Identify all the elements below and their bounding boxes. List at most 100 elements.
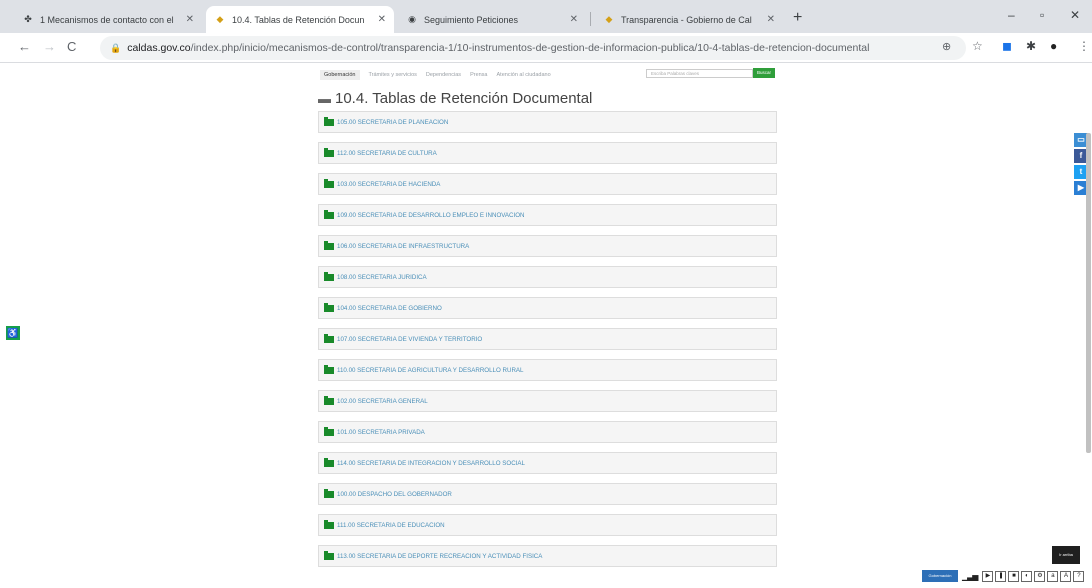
minimize-button[interactable]: – xyxy=(1008,8,1015,22)
browser-menu-icon[interactable]: ⋮ xyxy=(1078,39,1090,53)
folder-label: 110.00 SECRETARIA DE AGRICULTURA Y DESAR… xyxy=(337,366,524,374)
folder-label: 104.00 SECRETARIA DE GOBIERNO xyxy=(337,304,442,312)
back-to-top-button[interactable]: Ir arriba xyxy=(1052,546,1080,564)
folder-icon xyxy=(324,178,334,188)
address-bar[interactable]: 🔒 caldas.gov.co/index.php/inicio/mecanis… xyxy=(100,36,966,60)
tab-title: Transparencia - Gobierno de Cal xyxy=(621,14,752,25)
tab-mecanismos[interactable]: ✤ 1 Mecanismos de contacto con el ✕ xyxy=(14,6,202,33)
bookmark-star-icon[interactable]: ☆ xyxy=(972,39,983,53)
site-search-button[interactable]: Buscar xyxy=(753,68,775,78)
folder-icon xyxy=(324,457,334,467)
zoom-icon[interactable]: ⊕ xyxy=(942,40,951,53)
font-larger-icon[interactable]: A xyxy=(1060,570,1072,582)
tab-transparencia[interactable]: ◆ Transparencia - Gobierno de Cal ✕ xyxy=(595,6,783,33)
new-tab-button[interactable]: + xyxy=(793,9,802,27)
tab-seguimiento[interactable]: ◉ Seguimiento Peticiones ✕ xyxy=(398,6,586,33)
folder-icon xyxy=(324,550,334,560)
folder-item-integracion[interactable]: 114.00 SECRETARIA DE INTEGRACION Y DESAR… xyxy=(318,452,777,474)
back-button[interactable]: ← xyxy=(18,39,31,54)
folder-icon xyxy=(324,209,334,219)
folder-label: 106.00 SECRETARIA DE INFRAESTRUCTURA xyxy=(337,242,470,250)
lock-icon: 🔒 xyxy=(110,42,122,53)
globe-icon: ◉ xyxy=(408,14,416,24)
folder-item-agricultura[interactable]: 110.00 SECRETARIA DE AGRICULTURA Y DESAR… xyxy=(318,359,777,381)
folder-label: 105.00 SECRETARIA DE PLANEACION xyxy=(337,118,449,126)
folder-label: 100.00 DESPACHO DEL GOBERNADOR xyxy=(337,490,452,498)
extension-icon[interactable]: ◼ xyxy=(1002,39,1012,53)
folder-item-educacion[interactable]: 111.00 SECRETARIA DE EDUCACION xyxy=(318,514,777,536)
tab-tablas-retencion[interactable]: ◆ 10.4. Tablas de Retención Docun ✕ xyxy=(206,6,394,33)
folder-item-juridica[interactable]: 108.00 SECRETARIA JURIDICA xyxy=(318,266,777,288)
folder-label: 101.00 SECRETARIA PRIVADA xyxy=(337,428,425,436)
folder-label: 108.00 SECRETARIA JURIDICA xyxy=(337,273,427,281)
caldas-shield-favicon: ◆ xyxy=(216,14,224,24)
folder-item-deporte[interactable]: 113.00 SECRETARIA DE DEPORTE RECREACION … xyxy=(318,545,777,567)
browser-toolbar: ← → C 🔒 caldas.gov.co/index.php/inicio/m… xyxy=(0,33,1092,63)
help-icon[interactable]: ? xyxy=(1073,570,1085,582)
folder-label: 102.00 SECRETARIA GENERAL xyxy=(337,397,428,405)
forward-button[interactable]: → xyxy=(43,39,56,54)
close-window-button[interactable]: ✕ xyxy=(1070,8,1080,22)
folder-icon xyxy=(324,395,334,405)
close-tab-icon[interactable]: ✕ xyxy=(767,14,775,25)
folder-icon xyxy=(324,519,334,529)
close-tab-icon[interactable]: ✕ xyxy=(570,14,578,25)
nav-prensa[interactable]: Prensa xyxy=(470,72,487,78)
folder-item-gobierno[interactable]: 104.00 SECRETARIA DE GOBIERNO xyxy=(318,297,777,319)
nav-dependencias[interactable]: Dependencias xyxy=(426,72,461,78)
folder-icon xyxy=(324,333,334,343)
folder-label: 114.00 SECRETARIA DE INTEGRACION Y DESAR… xyxy=(337,459,525,467)
accessibility-icon[interactable]: ♿ xyxy=(6,326,20,340)
extensions-puzzle-icon[interactable]: ✱ xyxy=(1026,39,1036,53)
browser-tab-strip: ✤ 1 Mecanismos de contacto con el ✕ ◆ 10… xyxy=(0,0,1092,33)
folder-item-general[interactable]: 102.00 SECRETARIA GENERAL xyxy=(318,390,777,412)
folder-icon xyxy=(324,426,334,436)
signal-icon: ▁▃▅ xyxy=(962,571,979,581)
contrast-icon[interactable]: ◐ xyxy=(1021,570,1033,582)
folder-open-icon: ▬ xyxy=(318,91,331,106)
folder-label: 109.00 SECRETARIA DE DESARROLLO EMPLEO E… xyxy=(337,211,525,219)
url-host: caldas.gov.co xyxy=(127,42,191,54)
maximize-button[interactable]: ▫ xyxy=(1040,8,1044,22)
folder-icon xyxy=(324,240,334,250)
reload-button[interactable]: C xyxy=(67,39,76,54)
folder-item-cultura[interactable]: 112.00 SECRETARIA DE CULTURA xyxy=(318,142,777,164)
page-scrollbar[interactable] xyxy=(1086,133,1091,453)
stop-icon[interactable]: ■ xyxy=(1008,570,1020,582)
caldas-shield-favicon: ◆ xyxy=(605,14,613,24)
pause-icon[interactable]: ❚ xyxy=(995,570,1007,582)
site-search-input[interactable]: Escriba Palabras claves xyxy=(646,69,753,78)
folder-label: 111.00 SECRETARIA DE EDUCACION xyxy=(337,521,445,529)
url-path: /index.php/inicio/mecanismos-de-control/… xyxy=(190,42,870,54)
nav-atencion[interactable]: Atención al ciudadano xyxy=(497,72,551,78)
folder-label: 112.00 SECRETARIA DE CULTURA xyxy=(337,149,437,157)
folder-item-desarrollo-empleo[interactable]: 109.00 SECRETARIA DE DESARROLLO EMPLEO E… xyxy=(318,204,777,226)
folder-item-vivienda[interactable]: 107.00 SECRETARIA DE VIVIENDA Y TERRITOR… xyxy=(318,328,777,350)
folder-icon xyxy=(324,488,334,498)
tab-separator xyxy=(590,12,591,26)
close-tab-icon[interactable]: ✕ xyxy=(186,14,194,25)
play-icon[interactable]: ▶ xyxy=(982,570,994,582)
accessibility-toolbar: Gobernación ▁▃▅ ▶ ❚ ■ ◐ ⚙ a A ? xyxy=(922,568,1086,584)
caldas-favicon: ✤ xyxy=(24,14,32,24)
tab-title: Seguimiento Peticiones xyxy=(424,14,519,25)
font-smaller-icon[interactable]: a xyxy=(1047,570,1059,582)
nav-gobernacion[interactable]: Gobernación xyxy=(320,70,360,80)
folder-item-despacho[interactable]: 100.00 DESPACHO DEL GOBERNADOR xyxy=(318,483,777,505)
close-tab-icon[interactable]: ✕ xyxy=(378,14,386,25)
settings-icon[interactable]: ⚙ xyxy=(1034,570,1046,582)
folder-item-infraestructura[interactable]: 106.00 SECRETARIA DE INFRAESTRUCTURA xyxy=(318,235,777,257)
footer-logo: Gobernación xyxy=(922,570,958,582)
folder-icon xyxy=(324,302,334,312)
page-content: Gobernación Trámites y servicios Depende… xyxy=(0,63,1092,588)
folder-item-hacienda[interactable]: 103.00 SECRETARIA DE HACIENDA xyxy=(318,173,777,195)
folder-icon xyxy=(324,116,334,126)
folder-icon xyxy=(324,364,334,374)
folder-icon xyxy=(324,147,334,157)
folder-label: 113.00 SECRETARIA DE DEPORTE RECREACION … xyxy=(337,552,543,560)
folder-item-planeacion[interactable]: 105.00 SECRETARIA DE PLANEACION xyxy=(318,111,777,133)
profile-avatar-icon[interactable]: ● xyxy=(1050,39,1057,53)
folder-item-privada[interactable]: 101.00 SECRETARIA PRIVADA xyxy=(318,421,777,443)
nav-tramites[interactable]: Trámites y servicios xyxy=(369,72,417,78)
page-title: 10.4. Tablas de Retención Documental xyxy=(335,90,593,107)
